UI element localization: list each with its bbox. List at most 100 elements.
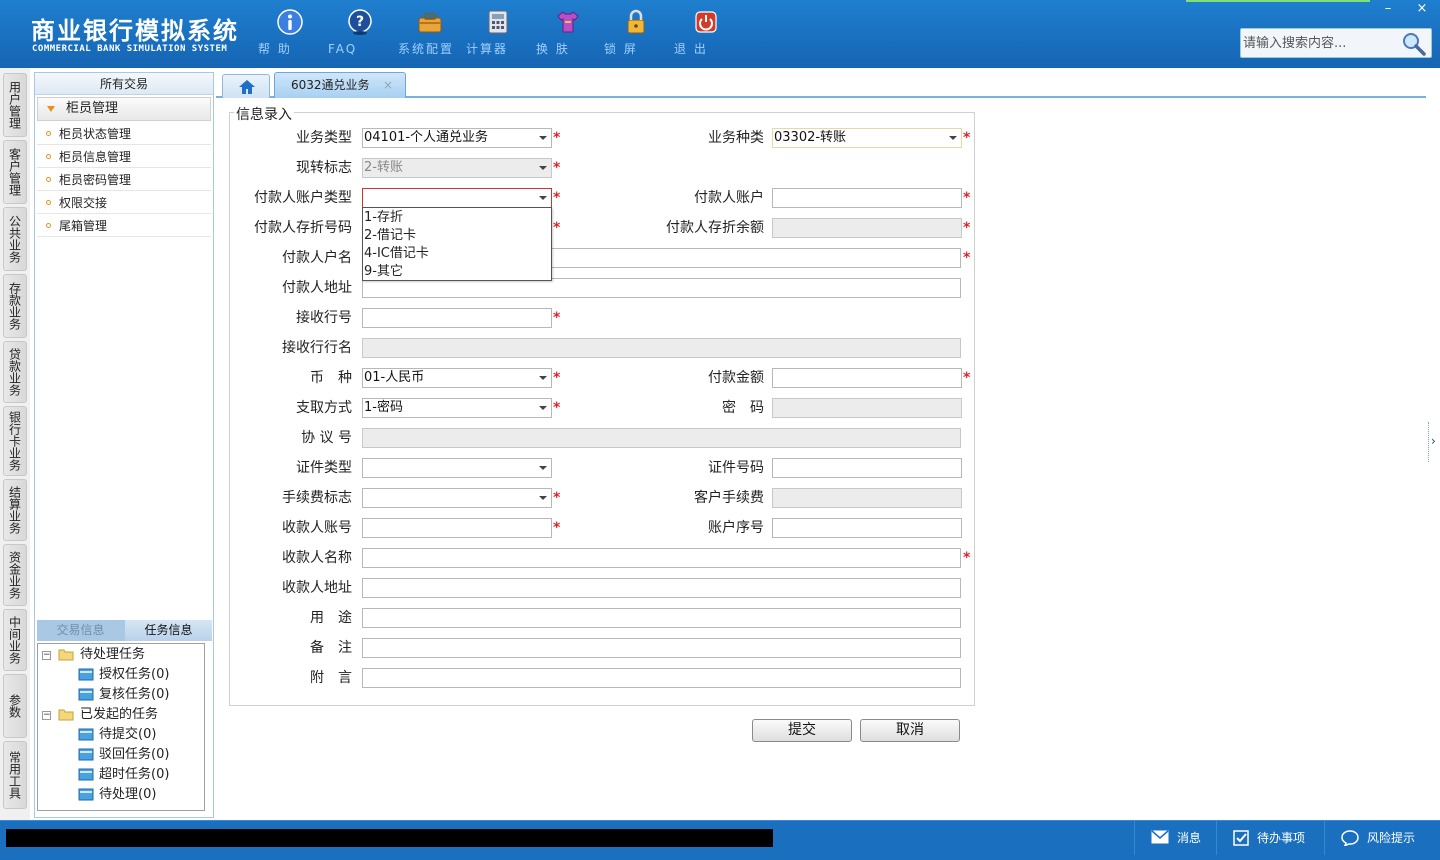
required-mark: * — [553, 490, 561, 506]
nav-settlement-business[interactable]: 结算业务 — [3, 479, 27, 541]
calculator-button[interactable]: 计算器 — [466, 8, 530, 62]
bullet-icon — [46, 154, 51, 159]
nav-user-management[interactable]: 用户管理 — [3, 73, 27, 137]
dropdown-arrow-icon — [539, 376, 547, 380]
change-skin-button[interactable]: 换 肤 — [536, 8, 600, 62]
side-panel-toggle[interactable]: › — [1428, 422, 1438, 462]
menu-teller-status[interactable]: 柜员状态管理 — [37, 123, 211, 145]
nav-loan-business[interactable]: 贷款业务 — [3, 341, 27, 403]
dropdown-option[interactable]: 9-其它 — [364, 263, 403, 281]
payee-name-input[interactable] — [362, 548, 961, 568]
payer-addr-input[interactable] — [362, 278, 961, 298]
exit-label: 退 出 — [674, 42, 708, 56]
tree-review-tasks[interactable]: 复核任务(0) — [78, 686, 208, 704]
dropdown-arrow-icon — [539, 466, 547, 470]
id-type-select[interactable] — [362, 458, 552, 478]
dropdown-arrow-icon — [949, 136, 957, 140]
cash-flag-select[interactable]: 2-转账 — [362, 158, 552, 178]
currency-value: 01-人民币 — [364, 370, 425, 385]
nav-fund-business[interactable]: 资金业务 — [3, 544, 27, 606]
nav-intermediary-business[interactable]: 中间业务 — [3, 609, 27, 671]
tab-6032-exchange[interactable]: 6032通兑业务 × — [274, 72, 406, 98]
collapse-icon[interactable]: − — [42, 711, 51, 720]
tab-trade-info[interactable]: 交易信息 — [37, 620, 124, 641]
submit-button[interactable]: 提交 — [752, 719, 852, 742]
nav-common-tools[interactable]: 常用工具 — [3, 741, 27, 809]
menu-tail-box[interactable]: 尾箱管理 — [37, 215, 211, 237]
menu-teller-info[interactable]: 柜员信息管理 — [37, 146, 211, 168]
tree-initiated-tasks[interactable]: − 已发起的任务 — [42, 706, 202, 724]
recv-bank-name-input[interactable] — [362, 338, 961, 358]
payer-name-label: 付款人户名 — [282, 250, 352, 266]
lock-screen-label: 锁 屏 — [604, 42, 638, 56]
remark-input[interactable] — [362, 638, 961, 658]
teller-management-group[interactable]: 柜员管理 — [37, 97, 211, 121]
payer-acct-type-select[interactable] — [362, 188, 552, 208]
tree-timeout-tasks[interactable]: 超时任务(0) — [78, 766, 208, 784]
tree-to-submit[interactable]: 待提交(0) — [78, 726, 208, 744]
search-input[interactable] — [1243, 32, 1403, 54]
biz-kind-select[interactable]: 03302-转账 — [772, 128, 962, 148]
risk-alert-button[interactable]: 风险提示 — [1324, 821, 1440, 855]
nav-bank-card-business[interactable]: 银行卡业务 — [3, 406, 27, 476]
purpose-input[interactable] — [362, 608, 961, 628]
folder-icon — [78, 688, 94, 701]
cancel-button[interactable]: 取消 — [860, 719, 960, 742]
fee-flag-select[interactable] — [362, 488, 552, 508]
nav-deposit-business[interactable]: 存款业务 — [3, 274, 27, 338]
withdraw-method-select[interactable]: 1-密码 — [362, 398, 552, 418]
cash-flag-label: 现转标志 — [296, 160, 352, 176]
customer-fee-label: 客户手续费 — [694, 490, 764, 506]
postscript-input[interactable] — [362, 668, 961, 688]
collapse-icon[interactable]: − — [42, 651, 51, 660]
payee-acct-input[interactable] — [362, 518, 552, 538]
fee-flag-label: 手续费标志 — [282, 490, 352, 506]
close-window-button[interactable]: × — [1405, 0, 1439, 18]
dropdown-option[interactable]: 2-借记卡 — [364, 227, 416, 245]
nav-customer-management[interactable]: 客户管理 — [3, 140, 27, 204]
faq-button[interactable]: ? FAQ — [328, 8, 392, 62]
search-icon[interactable] — [1401, 31, 1427, 57]
menu-teller-password[interactable]: 柜员密码管理 — [37, 169, 211, 191]
messages-button[interactable]: 消息 — [1134, 821, 1214, 855]
tree-auth-label: 授权任务(0) — [99, 667, 170, 682]
amount-input[interactable] — [772, 368, 962, 388]
bullet-icon — [46, 177, 51, 182]
dropdown-option[interactable]: 1-存折 — [364, 209, 403, 227]
tab-task-info[interactable]: 任务信息 — [125, 620, 212, 641]
nav-parameters[interactable]: 参数 — [3, 674, 27, 738]
minimize-button[interactable]: – — [1371, 0, 1405, 18]
payee-addr-input[interactable] — [362, 578, 961, 598]
tree-pending-tasks[interactable]: − 待处理任务 — [42, 646, 202, 664]
payer-acct-input[interactable] — [772, 188, 962, 208]
tree-rejected-tasks[interactable]: 驳回任务(0) — [78, 746, 208, 764]
menu-authority-handover[interactable]: 权限交接 — [37, 192, 211, 214]
acct-seq-input[interactable] — [772, 518, 962, 538]
todo-button[interactable]: 待办事项 — [1216, 821, 1322, 855]
password-input[interactable] — [772, 398, 962, 418]
folder-icon — [78, 728, 94, 741]
tree-to-process[interactable]: 待处理(0) — [78, 786, 208, 804]
svg-text:?: ? — [356, 14, 364, 30]
biz-type-select[interactable]: 04101-个人通兑业务 — [362, 128, 552, 148]
agreement-no-input[interactable] — [362, 428, 961, 448]
all-transactions-header[interactable]: 所有交易 — [35, 73, 213, 95]
currency-select[interactable]: 01-人民币 — [362, 368, 552, 388]
question-icon: ? — [348, 9, 372, 35]
exit-button[interactable]: 退 出 — [674, 8, 738, 62]
payer-book-balance-input[interactable] — [772, 218, 962, 238]
tree-auth-tasks[interactable]: 授权任务(0) — [78, 666, 208, 684]
dropdown-option[interactable]: 4-IC借记卡 — [364, 245, 429, 263]
nav-public-business[interactable]: 公共业务 — [3, 207, 27, 271]
change-skin-label: 换 肤 — [536, 42, 570, 56]
lock-screen-button[interactable]: 锁 屏 — [604, 8, 668, 62]
close-tab-icon[interactable]: × — [383, 73, 393, 97]
system-config-button[interactable]: 系统配置 — [398, 8, 462, 62]
search-box — [1240, 28, 1432, 58]
customer-fee-input[interactable] — [772, 488, 962, 508]
id-type-label: 证件类型 — [296, 460, 352, 476]
recv-bank-no-input[interactable] — [362, 308, 552, 328]
help-button[interactable]: 帮 助 — [258, 8, 322, 62]
id-no-input[interactable] — [772, 458, 962, 478]
home-tab[interactable] — [222, 74, 270, 98]
